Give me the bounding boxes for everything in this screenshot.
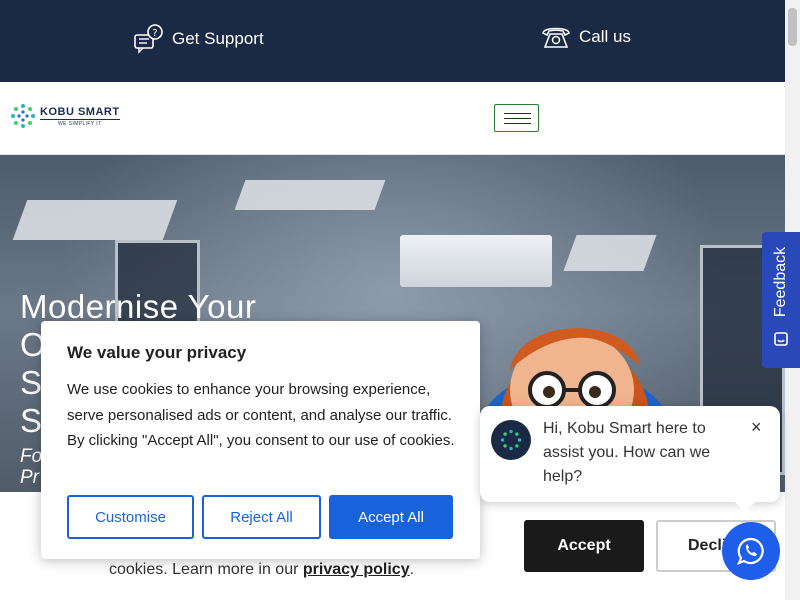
call-us-link[interactable]: Call us	[541, 24, 631, 50]
ceiling-light	[12, 200, 178, 240]
customise-button[interactable]: Customise	[67, 495, 194, 539]
site-header: KOBU SMART WE SIMPLIFY IT	[0, 82, 785, 155]
ceiling-light	[234, 180, 386, 210]
whatsapp-chat-button[interactable]	[722, 522, 780, 580]
svg-text:?: ?	[152, 28, 157, 39]
logo-mark-icon	[11, 104, 35, 128]
logo-name: KOBU SMART	[40, 105, 120, 118]
cookie-notice-text: cookies. Learn more in our privacy polic…	[109, 561, 414, 579]
feedback-smiley-icon	[774, 332, 788, 346]
chat-message: Hi, Kobu Smart here to assist you. How c…	[543, 420, 711, 485]
feedback-label-wrap: Feedback	[762, 232, 800, 332]
chat-avatar	[491, 420, 531, 460]
hamburger-menu-button[interactable]	[494, 104, 539, 132]
hamburger-line	[504, 118, 531, 119]
privacy-policy-link[interactable]: privacy policy	[303, 561, 410, 578]
hamburger-line	[504, 113, 531, 114]
call-us-label: Call us	[579, 27, 631, 46]
hamburger-line	[504, 123, 531, 124]
support-chat-icon: ?	[134, 24, 163, 54]
top-contact-bar: ? Get Support Call us	[0, 0, 785, 82]
cookie-notice-prefix: cookies. Learn more in our	[109, 561, 303, 578]
get-support-link[interactable]: ? Get Support	[134, 24, 264, 54]
scrollbar-thumb[interactable]	[788, 8, 797, 46]
cookie-accept-button[interactable]: Accept	[524, 520, 644, 572]
chat-close-icon[interactable]: ×	[751, 417, 762, 438]
whatsapp-icon	[737, 537, 764, 565]
logo-tagline: WE SIMPLIFY IT	[40, 118, 120, 127]
cookie-consent-dialog: We value your privacy We use cookies to …	[41, 321, 480, 559]
logo-mark-icon	[500, 429, 522, 451]
get-support-label: Get Support	[172, 29, 264, 48]
consent-body: We use cookies to enhance your browsing …	[67, 381, 455, 449]
accept-all-button[interactable]: Accept All	[329, 495, 453, 539]
cookie-notice-suffix: .	[409, 561, 415, 578]
ceiling-light	[563, 235, 657, 271]
hero-subtitle-line: Fo	[20, 446, 43, 467]
feedback-tab[interactable]: Feedback	[762, 232, 800, 368]
consent-title: We value your privacy	[67, 343, 247, 362]
air-conditioner	[400, 235, 552, 287]
phone-icon	[542, 27, 570, 48]
hero-subtitle: Fo Pr	[20, 446, 42, 488]
kobu-smart-logo[interactable]: KOBU SMART WE SIMPLIFY IT	[10, 103, 120, 129]
chat-greeting-bubble[interactable]: Hi, Kobu Smart here to assist you. How c…	[480, 406, 780, 512]
feedback-label: Feedback	[772, 246, 790, 318]
hero-subtitle-line: Pr	[20, 467, 39, 488]
reject-all-button[interactable]: Reject All	[202, 495, 321, 539]
